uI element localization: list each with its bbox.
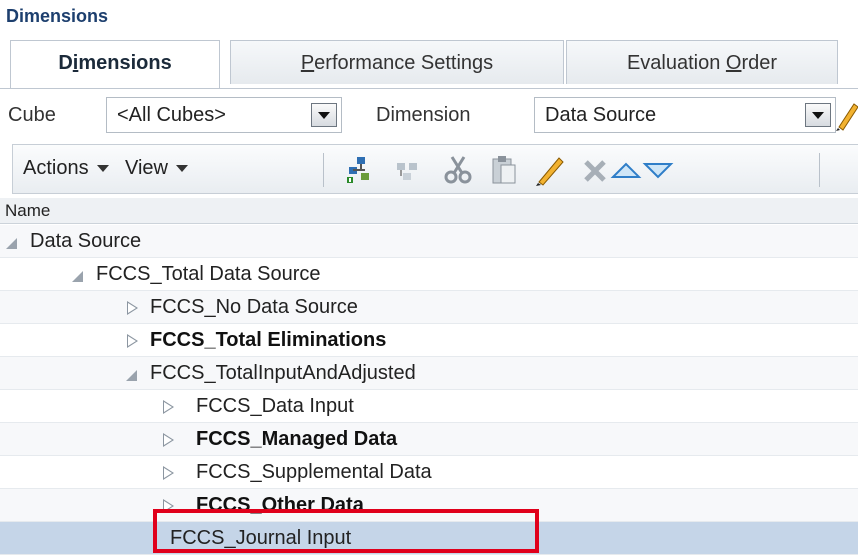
collapsed-triangle-icon[interactable] <box>124 324 142 357</box>
tree-row[interactable]: FCCS_Data Input <box>0 390 858 423</box>
toolbar: Actions View <box>12 144 858 194</box>
tree-row-label: FCCS_Journal Input <box>170 527 352 549</box>
collapsed-triangle-icon[interactable] <box>160 456 178 489</box>
paste-icon[interactable] <box>487 153 521 187</box>
tab-divider <box>0 88 858 89</box>
tree-row-label: FCCS_TotalInputAndAdjusted <box>150 362 416 384</box>
tree-row-label: FCCS_Supplemental Data <box>196 461 432 483</box>
tree-row-label: FCCS_Data Input <box>196 395 354 417</box>
tab-dimensions[interactable]: Dimensions <box>10 40 220 88</box>
delete-icon[interactable] <box>579 153 613 187</box>
toolbar-separator <box>323 153 324 187</box>
actions-menu[interactable]: Actions <box>23 157 109 180</box>
page-heading: Dimensions <box>6 6 109 26</box>
view-caret-icon <box>176 165 188 173</box>
dimension-select-value: Data Source <box>545 104 657 126</box>
collapsed-triangle-icon[interactable] <box>160 390 178 423</box>
cube-select-value: <All Cubes> <box>117 104 226 126</box>
tree-row-label: FCCS_Managed Data <box>196 428 398 450</box>
tree-row-selected[interactable]: FCCS_Journal Input <box>0 522 858 555</box>
add-sibling-icon[interactable] <box>391 153 425 187</box>
toolbar-separator <box>819 153 820 187</box>
actions-menu-label: Actions <box>23 157 89 179</box>
move-down-icon[interactable] <box>641 153 675 187</box>
tree-row[interactable]: FCCS_No Data Source <box>0 291 858 324</box>
column-header-label: Name <box>5 201 51 220</box>
cut-icon[interactable] <box>441 153 475 187</box>
tab-performance-settings-label: Performance Settings <box>300 52 494 74</box>
tree-row[interactable]: Data Source <box>0 225 858 258</box>
collapsed-triangle-icon[interactable] <box>160 489 178 522</box>
tree-row[interactable]: FCCS_Total Eliminations <box>0 324 858 357</box>
tree-row[interactable]: FCCS_Supplemental Data <box>0 456 858 489</box>
tab-performance-settings[interactable]: Performance Settings <box>230 40 564 84</box>
actions-caret-icon <box>96 165 109 173</box>
expanded-triangle-icon[interactable] <box>70 258 88 291</box>
edit-pencil-icon[interactable] <box>533 153 567 187</box>
tab-evaluation-order[interactable]: Evaluation Order <box>566 40 838 84</box>
tab-evaluation-order-label: Evaluation Order <box>626 52 778 74</box>
tree-row-label: Data Source <box>30 230 142 252</box>
dimension-label: Dimension <box>376 104 471 126</box>
cube-dropdown-button[interactable] <box>311 103 337 127</box>
collapsed-triangle-icon[interactable] <box>124 291 142 324</box>
view-menu-label: View <box>125 157 168 179</box>
add-child-icon[interactable] <box>343 153 377 187</box>
move-up-icon[interactable] <box>609 153 643 187</box>
dimension-dropdown-button[interactable] <box>805 103 831 127</box>
cube-label: Cube <box>8 104 56 126</box>
tree-row[interactable]: FCCS_Other Data <box>0 489 858 522</box>
filter-row: Cube <All Cubes> Dimension Data Source <box>0 94 858 138</box>
expanded-triangle-icon[interactable] <box>4 225 22 258</box>
tab-dimensions-label: Dimensions <box>58 52 172 74</box>
tree-row-label: FCCS_No Data Source <box>150 296 358 318</box>
dimension-tree: Data Source FCCS_Total Data Source FCCS_… <box>0 225 858 555</box>
tree-row-label: FCCS_Total Eliminations <box>150 329 387 351</box>
cube-select[interactable]: <All Cubes> <box>106 97 342 133</box>
tab-bar: Dimensions Performance Settings Evaluati… <box>10 40 858 88</box>
collapsed-triangle-icon[interactable] <box>160 423 178 456</box>
dimension-select[interactable]: Data Source <box>534 97 836 133</box>
tree-row-label: FCCS_Other Data <box>196 494 364 516</box>
column-header-name[interactable]: Name <box>0 198 858 224</box>
view-menu[interactable]: View <box>125 157 188 180</box>
tree-row[interactable]: FCCS_TotalInputAndAdjusted <box>0 357 858 390</box>
tree-row-label: FCCS_Total Data Source <box>96 263 321 285</box>
expanded-triangle-icon[interactable] <box>124 357 142 390</box>
edit-dimension-pencil-icon[interactable] <box>834 100 858 132</box>
tree-row[interactable]: FCCS_Total Data Source <box>0 258 858 291</box>
tree-row[interactable]: FCCS_Managed Data <box>0 423 858 456</box>
